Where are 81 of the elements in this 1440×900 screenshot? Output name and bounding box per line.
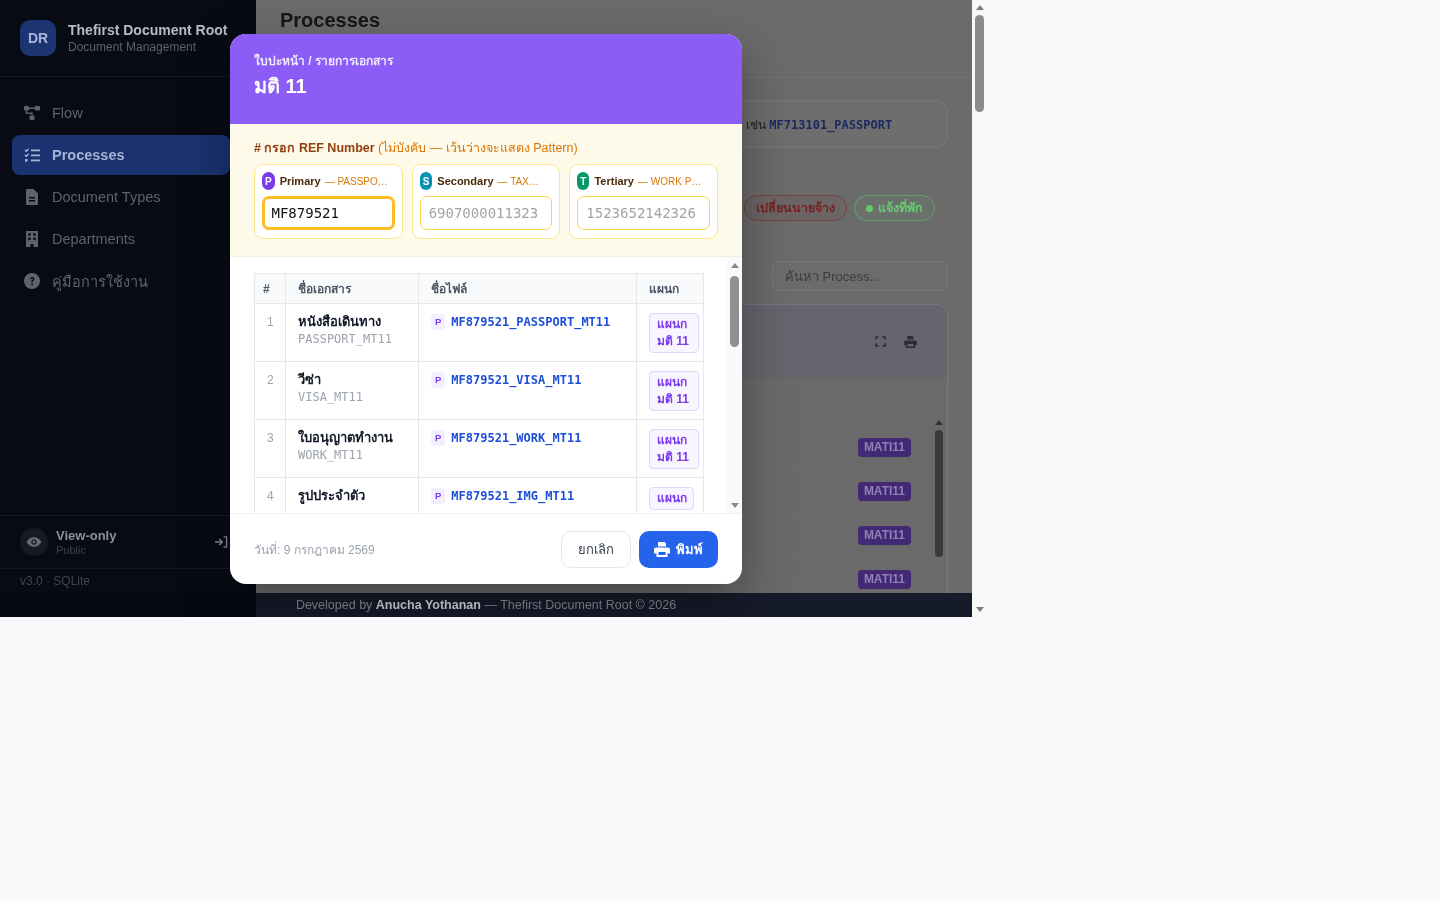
modal-title: มติ 11: [254, 74, 307, 99]
code-badge: MATI11: [857, 482, 911, 501]
department-tag: แผนก มติ 11: [649, 371, 699, 411]
table-cell: 1: [254, 303, 286, 362]
sidebar-item[interactable]: Processes: [12, 135, 230, 175]
scroll-down-arrow-icon[interactable]: [975, 607, 984, 612]
column-header: #: [254, 273, 286, 304]
footer-credit: Developed by Anucha Yothanan — Thefirst Document Root © 2026: [295, 598, 677, 612]
ref-number-field[interactable]: MF879521: [262, 196, 395, 230]
app-logo: DR: [20, 20, 56, 56]
file-type-badge: P: [431, 488, 446, 504]
document-name: หนังสือเดินทาง: [298, 313, 382, 331]
code-badge: MATI11: [857, 438, 911, 457]
slot-hint: — TAX…: [497, 175, 539, 187]
table-cell: 2: [254, 361, 286, 420]
ref-label: # กรอก REF Number (ไม่บังคับ — เว้นว่างจะแสดง Pattern): [254, 140, 579, 156]
department-tag: แผนก มติ 11: [649, 429, 699, 469]
date-label: วันที่: 9 กรกฎาคม 2569: [254, 540, 375, 559]
ref-number-field[interactable]: 6907000011323: [419, 196, 553, 230]
column-header: ชื่อไฟล์: [418, 273, 637, 304]
file-name-link[interactable]: MF879521_VISA_MT11: [451, 373, 582, 387]
document-name: วีซ่า: [298, 371, 322, 389]
code-badge: MATI11: [857, 526, 911, 545]
slot-label: Secondary: [437, 175, 494, 187]
diagram-icon: [24, 106, 40, 120]
document-name: ใบอนุญาตทำงาน: [298, 429, 394, 447]
slot-badge: T: [577, 172, 590, 190]
print-icon: [654, 541, 670, 557]
file-type-badge: P: [431, 372, 446, 388]
scrollbar-thumb[interactable]: [935, 430, 943, 557]
department-tag: แผนก: [649, 487, 694, 510]
slot-badge: S: [419, 172, 433, 190]
table-cell: 4: [254, 477, 286, 513]
slot-label: Primary: [279, 175, 321, 187]
file-type-badge: P: [431, 430, 446, 446]
building-icon: [26, 231, 38, 247]
file-type-badge: P: [431, 314, 446, 330]
sidebar-item[interactable]: คู่มือการใช้งาน: [12, 261, 230, 301]
column-header: แผนก: [636, 273, 704, 304]
document-name: รูปประจำตัว: [298, 487, 366, 505]
sidebar-item[interactable]: Flow: [12, 93, 230, 133]
version-label: v3.0 · SQLite: [20, 574, 91, 588]
scroll-down-arrow-icon[interactable]: [730, 503, 739, 508]
file-name-link[interactable]: MF879521_WORK_MT11: [451, 431, 582, 445]
user-role: Public: [56, 543, 87, 557]
app-subtitle: Document Management: [68, 39, 198, 55]
column-header: ชื่อเอกสาร: [285, 273, 419, 304]
ref-number-field[interactable]: 1523652142326: [577, 196, 710, 230]
department-tag: แผนก มติ 11: [649, 313, 699, 353]
file-name-link[interactable]: MF879521_IMG_MT11: [451, 489, 575, 503]
checklist-icon: [24, 148, 40, 162]
slot-label: Tertiary: [594, 175, 634, 187]
document-code: WORK_MT11: [298, 447, 365, 464]
scroll-up-arrow-icon[interactable]: [975, 5, 984, 10]
example-text: เช่น MF713101_PASSPORT: [746, 116, 893, 134]
slot-hint: — WORK P…: [638, 175, 702, 187]
document-code: VISA_MT11: [298, 389, 365, 406]
sidebar-item[interactable]: Document Types: [12, 177, 230, 217]
user-name: View-only: [56, 527, 118, 544]
slot-hint: — PASSPO…: [324, 175, 388, 187]
login-icon[interactable]: [214, 536, 228, 548]
app-name: Thefirst Document Root: [68, 21, 228, 39]
table-cell: 3: [254, 419, 286, 478]
document-icon: [26, 189, 38, 205]
cancel-button[interactable]: ยกเลิก: [561, 530, 631, 568]
help-icon: [24, 273, 40, 289]
slot-badge: P: [262, 172, 275, 190]
print-icon[interactable]: [904, 335, 917, 348]
print-button[interactable]: พิมพ์: [639, 530, 718, 568]
code-badge: MATI11: [857, 570, 911, 589]
scroll-up-arrow-icon[interactable]: [935, 420, 943, 425]
sidebar-item[interactable]: Departments: [12, 219, 230, 259]
expand-icon[interactable]: [875, 336, 886, 347]
eye-icon: [20, 528, 48, 556]
file-name-link[interactable]: MF879521_PASSPORT_MT11: [451, 315, 611, 329]
scroll-up-arrow-icon[interactable]: [730, 263, 739, 268]
scrollbar-thumb[interactable]: [730, 276, 739, 347]
breadcrumb: ใบปะหน้า / รายการเอกสาร: [254, 53, 393, 69]
page-title: Processes: [280, 8, 382, 32]
scrollbar-thumb[interactable]: [975, 15, 984, 112]
document-code: PASSPORT_MT11: [298, 331, 393, 348]
